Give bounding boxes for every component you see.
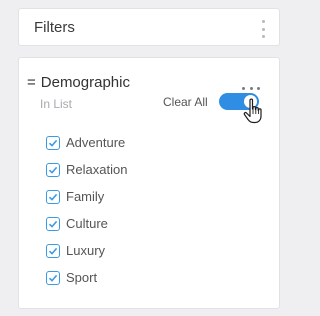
equals-icon[interactable]: = bbox=[27, 74, 36, 91]
filters-title: Filters bbox=[34, 19, 75, 36]
horizontal-ellipsis-icon[interactable] bbox=[242, 86, 260, 90]
checkbox-checked-icon[interactable] bbox=[46, 270, 60, 285]
hand-pointer-icon bbox=[243, 98, 262, 124]
option-label: Family bbox=[66, 189, 105, 204]
clear-all-link[interactable]: Clear All bbox=[163, 95, 208, 109]
option-label: Relaxation bbox=[66, 162, 128, 177]
checkbox-checked-icon[interactable] bbox=[46, 216, 60, 231]
demographic-filter-card: = Demographic In List Clear All Adventure… bbox=[18, 57, 280, 309]
filter-subtitle: In List bbox=[40, 97, 73, 111]
option-list: Adventure Relaxation Family Culture Luxu… bbox=[46, 129, 127, 291]
filters-panel-header: Filters bbox=[18, 8, 280, 46]
option-label: Luxury bbox=[66, 243, 106, 258]
vertical-ellipsis-icon[interactable] bbox=[261, 20, 265, 38]
option-label: Sport bbox=[66, 270, 98, 285]
checkbox-checked-icon[interactable] bbox=[46, 162, 60, 177]
checkbox-checked-icon[interactable] bbox=[46, 135, 60, 150]
filter-name: Demographic bbox=[40, 74, 130, 91]
checkbox-checked-icon[interactable] bbox=[46, 189, 60, 204]
option-label: Adventure bbox=[66, 135, 126, 150]
option-adventure[interactable]: Adventure bbox=[46, 129, 127, 156]
option-luxury[interactable]: Luxury bbox=[46, 237, 127, 264]
option-sport[interactable]: Sport bbox=[46, 264, 127, 291]
option-relaxation[interactable]: Relaxation bbox=[46, 156, 127, 183]
filter-heading: = Demographic bbox=[27, 74, 130, 91]
option-family[interactable]: Family bbox=[46, 183, 127, 210]
option-label: Culture bbox=[66, 216, 108, 231]
option-culture[interactable]: Culture bbox=[46, 210, 127, 237]
checkbox-checked-icon[interactable] bbox=[46, 243, 60, 258]
